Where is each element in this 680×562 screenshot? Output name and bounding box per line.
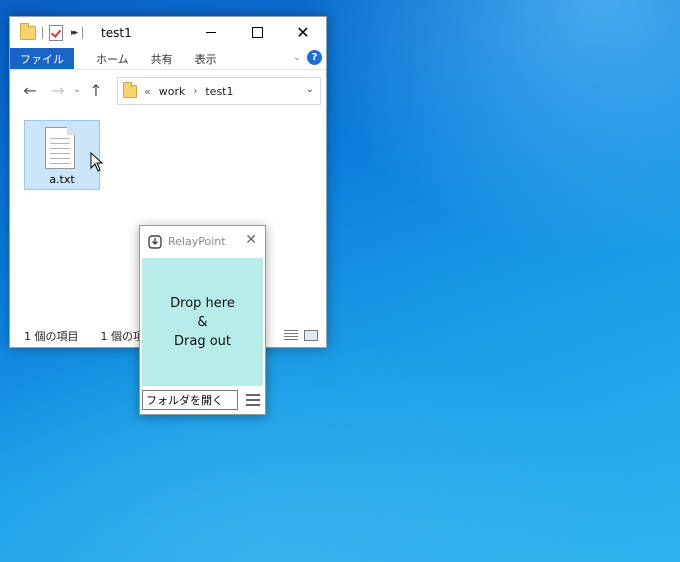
address-folder-icon [123, 81, 137, 98]
ribbon-right: ⌄ ? [293, 50, 322, 65]
tab-share[interactable]: 共有 [151, 51, 173, 67]
window-controls: ✕ [188, 17, 326, 48]
file-name: a.txt [49, 173, 75, 186]
window-title: test1 [101, 25, 132, 40]
tab-home[interactable]: ホーム [96, 51, 129, 67]
minimize-icon [206, 32, 216, 33]
desktop-glow-top [300, 0, 680, 260]
titlebar-separator [82, 26, 84, 39]
ribbon-tabs: ファイル ホーム 共有 表示 ⌄ ? [10, 48, 326, 70]
relaypoint-window: RelayPoint ✕ Drop here & Drag out フォルダを開… [139, 225, 266, 415]
close-icon: ✕ [296, 22, 310, 42]
close-button[interactable]: ✕ [280, 17, 326, 48]
expand-ribbon-icon[interactable]: ⌄ [293, 52, 301, 63]
tab-file[interactable]: ファイル [10, 48, 74, 69]
navigation-bar: ← → ⌄ ↑ « work › test1 ⌄ [10, 70, 326, 110]
drop-zone-line-3: Drag out [174, 333, 231, 349]
up-arrow-icon[interactable]: ↑ [84, 81, 108, 100]
relaypoint-footer: フォルダを開く [142, 390, 263, 412]
maximize-icon [251, 27, 263, 38]
titlebar-separator [42, 26, 43, 39]
hamburger-menu-icon[interactable] [246, 394, 260, 406]
address-overflow[interactable]: « [144, 85, 151, 98]
selected-count: 1 個の項 [100, 330, 145, 343]
relaypoint-close-icon[interactable]: ✕ [245, 232, 257, 248]
forward-arrow-icon[interactable]: → [46, 81, 70, 100]
back-arrow-icon[interactable]: ← [18, 81, 42, 100]
mouse-pointer-icon [90, 152, 104, 172]
explorer-titlebar[interactable]: ▸▸ test1 ✕ [10, 17, 326, 48]
address-bar[interactable]: « work › test1 ⌄ [117, 77, 321, 105]
folder-icon [20, 22, 36, 40]
address-dropdown-icon[interactable]: ⌄ [306, 84, 314, 95]
properties-icon[interactable] [49, 24, 63, 41]
details-view-icon[interactable] [284, 330, 298, 341]
relaypoint-title: RelayPoint [168, 235, 226, 248]
drop-zone[interactable]: Drop here & Drag out [142, 258, 263, 386]
relaypoint-titlebar[interactable]: RelayPoint ✕ [140, 226, 265, 257]
large-icons-view-icon[interactable] [304, 330, 318, 341]
minimize-button[interactable] [188, 17, 234, 48]
maximize-button[interactable] [234, 17, 280, 48]
view-switcher [284, 330, 318, 341]
breadcrumb-work[interactable]: work [159, 85, 186, 98]
help-icon[interactable]: ? [307, 50, 322, 65]
recent-locations-icon[interactable]: ⌄ [70, 85, 84, 95]
desktop-glow-bottom [0, 330, 680, 562]
item-count: 1 個の項目 [24, 330, 79, 343]
file-item[interactable]: a.txt [24, 120, 100, 190]
text-file-icon [45, 127, 75, 169]
drop-zone-line-2: & [197, 314, 208, 330]
breadcrumb-separator-icon[interactable]: › [193, 86, 197, 97]
relaypoint-app-icon [148, 234, 162, 249]
breadcrumb-test1[interactable]: test1 [205, 85, 233, 98]
drop-zone-line-1: Drop here [170, 295, 235, 311]
quick-access-more-icon[interactable]: ▸▸ [71, 28, 78, 38]
tab-view[interactable]: 表示 [195, 51, 217, 67]
open-folder-button[interactable]: フォルダを開く [142, 390, 238, 410]
